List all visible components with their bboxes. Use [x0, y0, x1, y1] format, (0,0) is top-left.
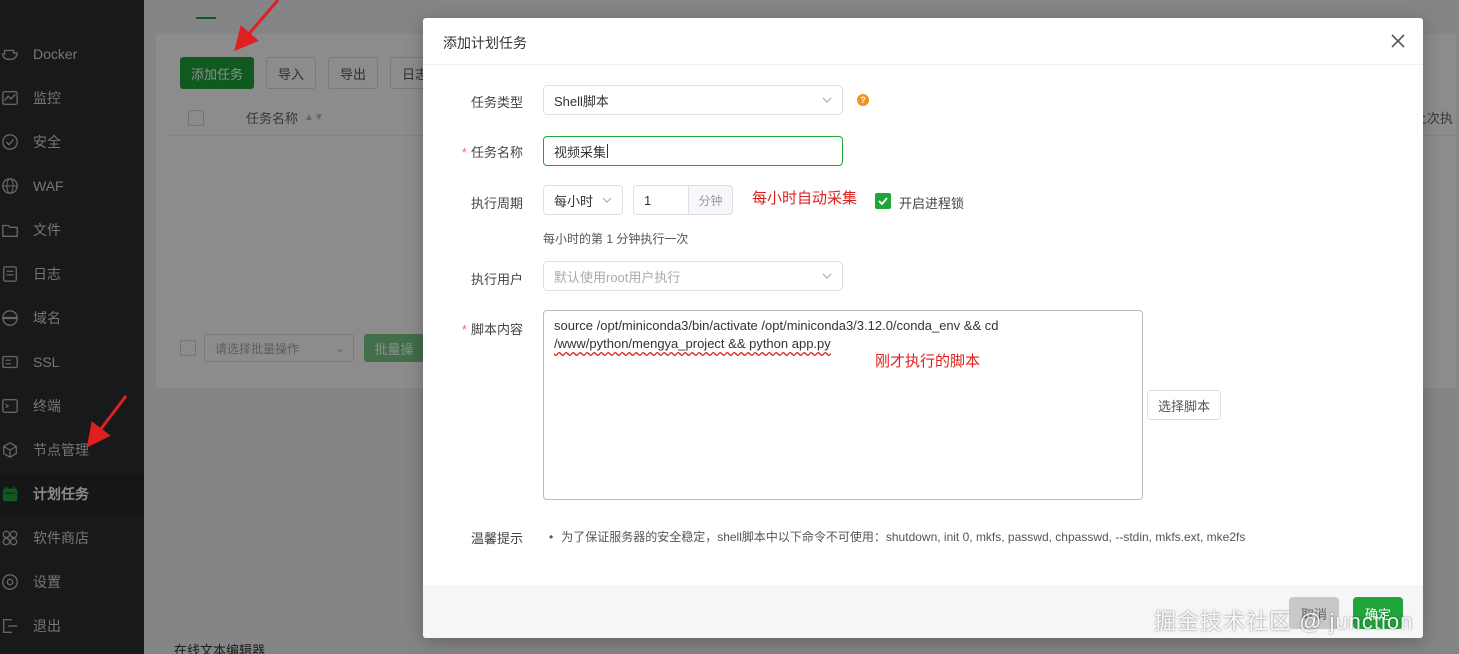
run-user-select[interactable]: 默认使用root用户执行	[543, 261, 843, 291]
run-user-label: 执行用户	[470, 272, 523, 287]
check-icon	[878, 197, 888, 206]
task-type-select[interactable]: Shell脚本	[543, 85, 843, 115]
minute-input[interactable]: 1 分钟	[633, 185, 733, 215]
header-divider	[423, 64, 1423, 65]
script-line-1: source /opt/miniconda3/bin/activate /opt…	[554, 318, 999, 333]
watermark: 掘金技术社区 @ junction	[1154, 609, 1414, 634]
dialog-title: 添加计划任务	[443, 35, 527, 51]
chevron-down-icon	[822, 273, 832, 279]
process-lock-label[interactable]: 开启进程锁	[899, 193, 964, 212]
period-annotation: 每小时自动采集	[752, 190, 858, 207]
script-textarea[interactable]: source /opt/miniconda3/bin/activate /opt…	[543, 310, 1143, 500]
period-label: 执行周期	[470, 196, 523, 211]
chevron-down-icon	[822, 97, 832, 103]
add-cron-dialog: 添加计划任务 任务类型 Shell脚本 ? * 任务名称 视频采集 执行周期 每小…	[423, 18, 1423, 638]
minute-unit: 分钟	[688, 186, 732, 214]
tips-text: • 为了保证服务器的安全稳定，shell脚本中以下命令不可使用：shutdown,…	[549, 530, 1246, 544]
close-icon[interactable]	[1389, 32, 1407, 50]
script-line-2: /www/python/mengya_project && python app…	[554, 336, 831, 351]
text-cursor	[607, 144, 609, 158]
task-name-input[interactable]: 视频采集	[543, 136, 843, 166]
task-type-label: 任务类型	[470, 95, 523, 110]
choose-script-button[interactable]: 选择脚本	[1147, 390, 1221, 420]
script-annotation: 刚才执行的脚本	[875, 353, 981, 370]
process-lock-checkbox[interactable]	[875, 193, 891, 209]
script-content-label: * 脚本内容	[461, 322, 523, 337]
period-description: 每小时的第 1 分钟执行一次	[543, 232, 689, 246]
help-icon[interactable]: ?	[857, 94, 869, 106]
task-name-label: * 任务名称	[461, 145, 523, 160]
period-select[interactable]: 每小时	[543, 185, 623, 215]
chevron-down-icon	[602, 197, 612, 203]
tips-label: 温馨提示	[470, 531, 523, 546]
